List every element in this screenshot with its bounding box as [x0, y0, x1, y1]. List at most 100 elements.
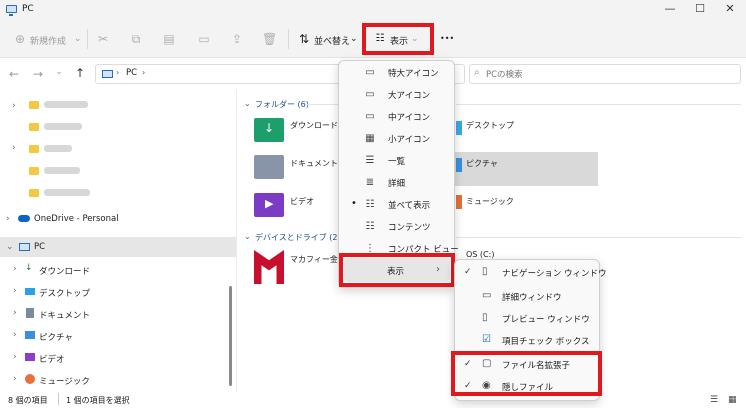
window-title: PC	[22, 4, 34, 14]
chevron-right-icon[interactable]: ›	[6, 214, 10, 224]
menu-item-view-option[interactable]: ▭ 中アイコン	[344, 106, 450, 128]
chevron-right-icon[interactable]: ›	[13, 352, 17, 362]
drive-c[interactable]: OS (C:)	[466, 250, 494, 259]
menu-item-view-option[interactable]: • ☷ 並べて表示	[344, 194, 450, 216]
chevron-right-icon[interactable]: ›	[12, 143, 16, 153]
minimize-button[interactable]: —	[660, 1, 680, 17]
share-icon[interactable]: ⇪	[230, 32, 244, 46]
menu-item-label: コンテンツ	[388, 223, 431, 233]
videos-icon	[25, 353, 35, 361]
menu-item-label: 一覧	[388, 157, 406, 167]
more-button[interactable]: •••	[440, 34, 454, 43]
drives-group-header[interactable]: デバイスとドライブ (2)	[255, 232, 341, 243]
folder-documents[interactable]: ドキュメント	[290, 158, 338, 169]
submenu-item[interactable]: ☑ 項目チェック ボックス	[458, 330, 596, 352]
menu-item-label: 大アイコン	[388, 91, 431, 101]
folder-music[interactable]: ミュージック	[466, 196, 514, 207]
chevron-down-icon[interactable]: ⌄	[244, 232, 251, 241]
download-icon: ↓	[25, 263, 33, 273]
close-button[interactable]: ✕	[720, 1, 740, 17]
menu-item-view-option[interactable]: ☷ コンテンツ	[344, 216, 450, 238]
menu-item-view-option[interactable]: ☰ 一覧	[344, 150, 450, 172]
menu-item-view-option[interactable]: ≣ 詳細	[344, 172, 450, 194]
chevron-down-icon: ⌄	[411, 34, 419, 44]
chevron-right-icon[interactable]: ›	[13, 264, 17, 274]
tiles-view-icon[interactable]: ▦	[728, 395, 737, 405]
play-icon: ▶	[265, 197, 274, 210]
folder-downloads[interactable]: ダウンロード	[290, 120, 338, 131]
blurred-item[interactable]	[44, 189, 90, 196]
submenu-item[interactable]: ▯ プレビュー ウィンドウ	[458, 308, 596, 330]
chevron-right-icon[interactable]: ›	[13, 308, 17, 318]
sidebar-item-pictures[interactable]: ピクチャ	[39, 331, 73, 343]
folders-group-header[interactable]: フォルダー (6)	[255, 99, 309, 110]
sidebar-item-music[interactable]: ミュージック	[39, 375, 90, 387]
submenu-item-label: プレビュー ウィンドウ	[502, 315, 590, 325]
details-view-icon[interactable]: ☰	[710, 395, 718, 405]
folder-pictures[interactable]: ピクチャ	[466, 158, 498, 169]
selection-count: 1 個の項目を選択	[66, 396, 130, 405]
item-count: 8 個の項目	[8, 396, 48, 405]
rename-icon[interactable]: ▭	[197, 32, 211, 46]
sidebar-item-downloads[interactable]: ダウンロード	[39, 265, 90, 277]
sidebar-item-onedrive[interactable]: OneDrive - Personal	[34, 214, 119, 224]
chevron-right-icon[interactable]: ›	[13, 286, 17, 296]
submenu-item[interactable]: ✓ ▯ ナビゲーション ウィンドウ	[458, 262, 607, 284]
maximize-button[interactable]: ☐	[690, 1, 710, 17]
delete-icon[interactable]: 🗑	[262, 32, 277, 46]
sidebar-item-videos[interactable]: ビデオ	[39, 353, 65, 365]
menu-item-show[interactable]: 表示	[387, 265, 404, 277]
menu-item-view-option[interactable]: ▭ 特大アイコン	[344, 62, 450, 84]
view-icon: ☷	[375, 33, 385, 44]
music-folder-icon	[456, 195, 462, 209]
sidebar-item-desktop[interactable]: デスクトップ	[39, 287, 90, 299]
chevron-right-icon[interactable]: ›	[13, 330, 17, 340]
chevron-right-icon: ›	[436, 264, 440, 275]
new-button[interactable]: 新規作成	[30, 34, 66, 47]
sidebar-item-pc[interactable]: PC	[34, 242, 45, 252]
tiles-icon: ☷	[365, 199, 375, 210]
divider	[288, 29, 289, 49]
folder-desktop[interactable]: デスクトップ	[466, 120, 514, 131]
breadcrumb-pc[interactable]: PC	[126, 68, 137, 78]
blurred-item[interactable]	[44, 101, 88, 108]
blurred-item[interactable]	[44, 145, 72, 152]
list-icon: ☰	[365, 155, 375, 166]
forward-icon[interactable]: →	[31, 67, 45, 81]
preview-pane-icon: ▯	[482, 312, 488, 323]
chevron-down-icon: ⌄	[350, 34, 358, 44]
submenu-item[interactable]: ▭ 詳細ウィンドウ	[458, 286, 596, 308]
view-button[interactable]: 表示	[390, 34, 408, 47]
nav-pane-icon: ▯	[482, 266, 488, 277]
menu-item-view-option[interactable]: ▦ 小アイコン	[344, 128, 450, 150]
back-icon[interactable]: ←	[7, 67, 21, 81]
blurred-item[interactable]	[44, 167, 80, 174]
extensions-hidden-highlight	[451, 351, 602, 396]
copy-icon[interactable]: ⧉	[129, 32, 143, 46]
menu-item-label: 並べて表示	[388, 201, 431, 211]
sort-button[interactable]: 並べ替え	[314, 34, 350, 47]
blurred-item[interactable]	[44, 123, 82, 130]
chevron-right-icon[interactable]: ›	[12, 101, 16, 111]
sidebar-scrollbar[interactable]	[229, 286, 232, 386]
up-icon[interactable]: ↑	[73, 66, 87, 80]
sort-icon: ⇅	[298, 32, 310, 46]
checkmark-icon: ✓	[464, 267, 472, 277]
group-divider	[456, 237, 741, 238]
chevron-down-icon[interactable]: ⌄	[244, 99, 251, 108]
download-icon: ↓	[264, 121, 275, 135]
chevron-right-icon[interactable]: ›	[13, 374, 17, 384]
folder-icon	[29, 189, 39, 197]
folder-videos[interactable]: ビデオ	[290, 196, 314, 207]
paste-icon[interactable]: ▤	[162, 32, 176, 46]
desktop-icon	[25, 288, 35, 295]
sidebar-item-documents[interactable]: ドキュメント	[39, 309, 90, 321]
menu-item-view-option[interactable]: ▭ 大アイコン	[344, 84, 450, 106]
menu-item-label: 詳細	[388, 179, 406, 189]
checkbox-icon: ☑	[482, 334, 491, 345]
chevron-down-icon[interactable]: ⌄	[52, 67, 66, 77]
chevron-down-icon[interactable]: ⌄	[6, 242, 14, 252]
cut-icon[interactable]: ✂	[96, 32, 110, 46]
new-icon: ⊕	[14, 32, 26, 46]
details-pane-icon: ▭	[482, 290, 492, 301]
